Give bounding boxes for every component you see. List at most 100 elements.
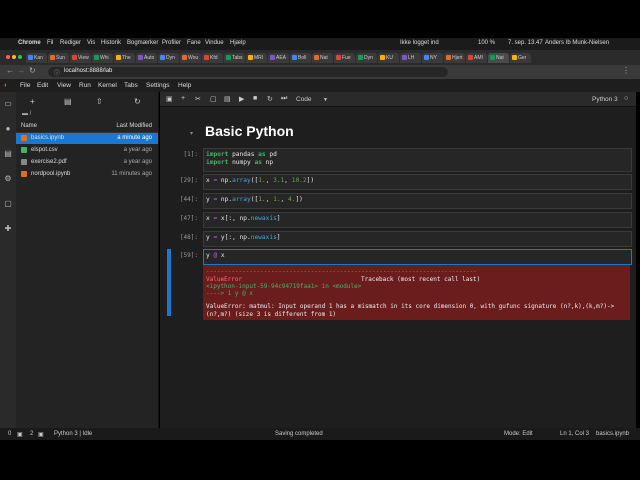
- code-cell[interactable]: x = x[:, np.newaxis]: [203, 212, 632, 228]
- menu-edit[interactable]: Edit: [37, 82, 48, 89]
- browser-tab[interactable]: Ger: [510, 53, 531, 63]
- reload-icon[interactable]: ↻: [29, 66, 36, 75]
- insert-cell-icon[interactable]: +: [181, 95, 185, 102]
- browser-tab[interactable]: AMI: [466, 53, 487, 63]
- back-icon[interactable]: ←: [6, 66, 14, 75]
- folder-icon[interactable]: ▭: [4, 100, 12, 108]
- browser-tab[interactable]: KU: [378, 53, 399, 63]
- favicon-icon: [424, 55, 429, 60]
- browser-tab[interactable]: Dyn: [158, 53, 179, 63]
- menu-rediger[interactable]: Rediger: [60, 40, 81, 46]
- save-icon[interactable]: ▣: [166, 95, 173, 103]
- chevron-down-icon[interactable]: ▼: [323, 97, 328, 103]
- address-bar[interactable]: ⓘ localhost:8888/lab: [48, 67, 448, 77]
- code-line: y = y[:, np.newaxis]: [206, 234, 281, 241]
- kernel-status[interactable]: Python 3 | Idle: [54, 431, 92, 437]
- browser-tab[interactable]: Hjert: [444, 53, 465, 63]
- file-row[interactable]: nordpool.ipynb 11 minutes ago: [16, 169, 158, 180]
- cursor-position[interactable]: Ln 1, Col 3: [560, 431, 589, 437]
- code-cell[interactable]: import pandas as pd import numpy as np: [203, 148, 632, 172]
- menu-bogmaerker[interactable]: Bogmærker: [127, 40, 158, 46]
- browser-tab[interactable]: Tabs: [224, 53, 245, 63]
- cut-icon[interactable]: ✂: [195, 95, 201, 103]
- breadcrumb[interactable]: ▬ /: [22, 111, 31, 117]
- forward-icon[interactable]: →: [17, 66, 25, 75]
- minimize-window-icon[interactable]: [12, 55, 16, 59]
- info-icon[interactable]: ⓘ: [54, 68, 60, 77]
- folder-small-icon[interactable]: ▬: [22, 111, 28, 117]
- copy-icon[interactable]: ▢: [210, 95, 217, 103]
- browser-tab[interactable]: Fue: [334, 53, 355, 63]
- browser-tab[interactable]: Nat: [488, 53, 509, 63]
- browser-tab[interactable]: MRI: [246, 53, 267, 63]
- refresh-icon[interactable]: ↻: [134, 97, 141, 106]
- menu-historik[interactable]: Historik: [101, 40, 121, 46]
- column-name[interactable]: Name: [21, 123, 37, 129]
- battery-status[interactable]: 100 %: [478, 40, 495, 46]
- menu-profiler[interactable]: Profiler: [162, 40, 181, 46]
- menu-vindue[interactable]: Vindue: [205, 40, 224, 46]
- menu-hjaelp[interactable]: Hjælp: [230, 40, 246, 46]
- code-cell[interactable]: y @ x: [203, 249, 632, 265]
- kernel-name[interactable]: Python 3: [592, 96, 618, 103]
- stop-icon[interactable]: ■: [253, 95, 257, 102]
- new-folder-icon[interactable]: ▤: [64, 97, 72, 106]
- file-type-icon: [21, 147, 27, 153]
- menu-tabs[interactable]: Tabs: [124, 82, 138, 89]
- menu-run[interactable]: Run: [79, 82, 91, 89]
- menu-settings[interactable]: Settings: [146, 82, 170, 89]
- upload-icon[interactable]: ⇧: [96, 97, 103, 106]
- file-row[interactable]: basics.ipynb a minute ago: [16, 133, 158, 144]
- browser-tab[interactable]: Kan: [26, 53, 47, 63]
- browser-tab[interactable]: Kfd: [202, 53, 223, 63]
- menu-view[interactable]: View: [57, 82, 71, 89]
- file-row[interactable]: exercise2.pdf a year ago: [16, 157, 158, 168]
- column-last-modified[interactable]: Last Modified: [116, 123, 152, 129]
- menu-kernel[interactable]: Kernel: [98, 82, 117, 89]
- browser-tab[interactable]: The: [114, 53, 135, 63]
- kernel-icon[interactable]: ▣: [38, 431, 44, 438]
- clock[interactable]: 7. sep. 13.47: [508, 40, 543, 46]
- code-cell[interactable]: x = np.array([1., 3.1, 10.2]): [203, 174, 632, 190]
- browser-tab[interactable]: Sun: [48, 53, 69, 63]
- restart-icon[interactable]: ↻: [267, 95, 273, 103]
- kernels-count[interactable]: 2: [30, 431, 33, 437]
- cell-type-select[interactable]: Code: [296, 96, 312, 103]
- browser-tab[interactable]: View: [70, 53, 91, 63]
- browser-tab[interactable]: Dyn: [356, 53, 377, 63]
- code-cell[interactable]: y = y[:, np.newaxis]: [203, 231, 632, 247]
- run-icon[interactable]: ▶: [239, 95, 244, 103]
- browser-tab[interactable]: Whi: [92, 53, 113, 63]
- browser-tab[interactable]: Auto: [136, 53, 157, 63]
- user-name[interactable]: Anders Ib Munk-Nielsen: [545, 40, 609, 46]
- browser-tab[interactable]: Wou: [180, 53, 201, 63]
- property-inspector-icon[interactable]: ⚙: [4, 175, 12, 183]
- collapse-heading-icon[interactable]: ▾: [190, 130, 193, 137]
- zoom-window-icon[interactable]: [18, 55, 22, 59]
- extension-icon[interactable]: ✚: [4, 225, 12, 233]
- paste-icon[interactable]: ▤: [224, 95, 231, 103]
- browser-tab[interactable]: AEA: [268, 53, 289, 63]
- menu-fane[interactable]: Fane: [187, 40, 201, 46]
- close-window-icon[interactable]: [6, 55, 10, 59]
- menu-file[interactable]: File: [20, 82, 30, 89]
- new-launcher-icon[interactable]: +: [30, 97, 35, 106]
- browser-tab[interactable]: Nat: [312, 53, 333, 63]
- app-menu-chrome[interactable]: Chrome: [18, 40, 41, 46]
- browser-tab[interactable]: NY: [422, 53, 443, 63]
- terminals-count[interactable]: 0: [8, 431, 11, 437]
- menu-help[interactable]: Help: [178, 82, 191, 89]
- restart-run-icon[interactable]: ⏭: [281, 95, 287, 103]
- running-icon[interactable]: ●: [4, 125, 12, 133]
- browser-tab[interactable]: LH: [400, 53, 421, 63]
- terminal-icon[interactable]: ▣: [17, 431, 23, 438]
- browser-tab[interactable]: Boll: [290, 53, 311, 63]
- file-row[interactable]: elspot.csv a year ago: [16, 145, 158, 156]
- commands-icon[interactable]: ▤: [4, 150, 12, 158]
- menu-vis[interactable]: Vis: [87, 40, 95, 46]
- code-cell[interactable]: y = np.array([1., 1., 4.]): [203, 193, 632, 209]
- sync-status[interactable]: Ikke logget ind: [400, 40, 439, 46]
- tabs-icon[interactable]: ▢: [4, 200, 12, 208]
- menu-fil[interactable]: Fil: [47, 40, 53, 46]
- browser-menu-icon[interactable]: ⋮: [622, 66, 630, 75]
